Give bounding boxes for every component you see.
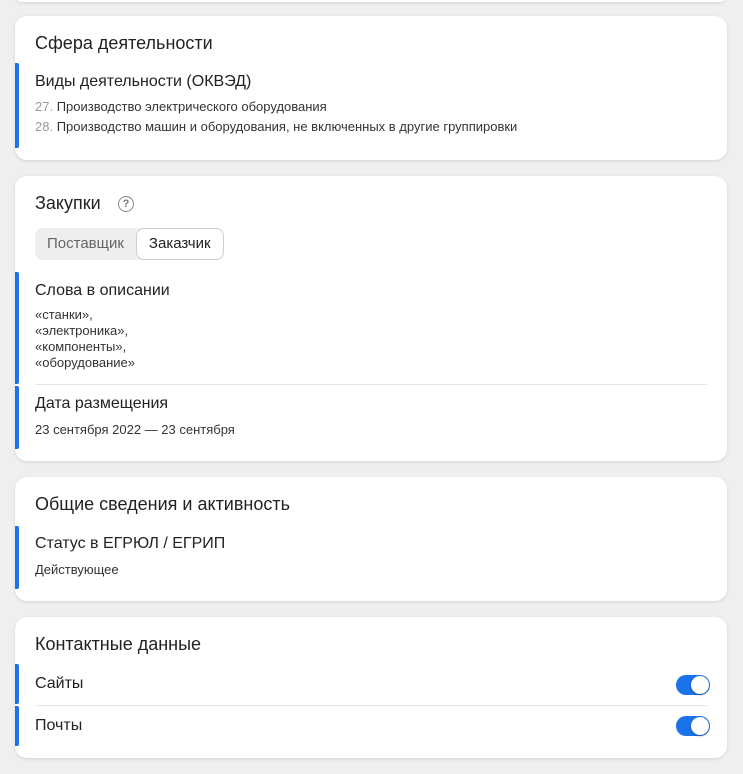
sites-toggle[interactable] xyxy=(676,675,710,695)
okved-section: Виды деятельности (ОКВЭД) 27. Производст… xyxy=(15,63,727,148)
sites-label: Сайты xyxy=(35,675,84,692)
toggle-knob xyxy=(691,717,709,735)
keyword: «оборудование» xyxy=(35,355,135,370)
okved-code: 27. xyxy=(35,99,54,114)
divider xyxy=(35,384,707,385)
emails-toggle[interactable] xyxy=(676,716,710,736)
keywords-section: Слова в описании «станки», «электроника»… xyxy=(15,272,727,384)
tab-supplier[interactable]: Поставщик xyxy=(35,228,136,260)
okved-item: 28. Производство машин и оборудования, н… xyxy=(35,117,727,137)
date-value: 23 сентября 2022 — 23 сентября xyxy=(35,422,235,437)
date-label: Дата размещения xyxy=(35,395,169,412)
okved-text: Производство машин и оборудования, не вк… xyxy=(56,119,518,134)
okved-code: 28. xyxy=(35,119,54,134)
keyword: «электроника», xyxy=(35,323,129,338)
tab-customer[interactable]: Заказчик xyxy=(135,228,224,260)
keywords-label: Слова в описании xyxy=(35,282,170,299)
status-section: Статус в ЕГРЮЛ / ЕГРИП Действующее xyxy=(15,526,727,589)
toggle-knob xyxy=(691,676,709,694)
purchases-title: Закупки xyxy=(35,193,101,213)
okved-item: 27. Производство электрического оборудов… xyxy=(35,97,727,117)
help-icon[interactable]: ? xyxy=(118,196,134,212)
contacts-card: Контактные данные Сайты Почты xyxy=(15,617,727,758)
okved-text: Производство электрического оборудования xyxy=(56,99,327,114)
keyword: «компоненты», xyxy=(35,339,127,354)
general-title: Общие сведения и активность xyxy=(35,494,290,514)
general-card: Общие сведения и активность Статус в ЕГР… xyxy=(15,477,727,601)
contact-row-sites: Сайты xyxy=(15,664,727,704)
purchases-card: Закупки ? Поставщик Заказчик Слова в опи… xyxy=(15,176,727,461)
emails-label: Почты xyxy=(35,717,83,734)
keyword: «станки», xyxy=(35,307,93,322)
status-label: Статус в ЕГРЮЛ / ЕГРИП xyxy=(35,535,226,552)
activity-title: Сфера деятельности xyxy=(35,33,213,53)
role-switch: Поставщик Заказчик xyxy=(35,228,224,260)
date-section: Дата размещения 23 сентября 2022 — 23 се… xyxy=(15,386,727,449)
okved-label: Виды деятельности (ОКВЭД) xyxy=(35,73,252,90)
contacts-title: Контактные данные xyxy=(35,634,202,654)
previous-card xyxy=(15,0,727,2)
status-value: Действующее xyxy=(35,562,119,577)
activity-card: Сфера деятельности Виды деятельности (ОК… xyxy=(15,16,727,160)
contact-row-emails: Почты xyxy=(15,706,727,746)
